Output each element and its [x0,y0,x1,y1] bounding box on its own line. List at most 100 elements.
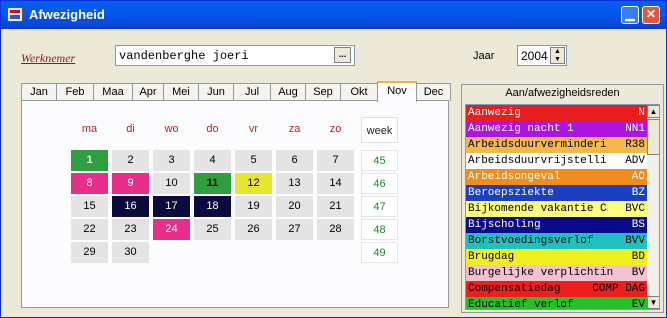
calendar-day[interactable]: 23 [112,219,149,240]
reason-panel: Aan/afwezigheidsreden ▲ ▼ Aanwezig N Aanwe… [461,84,664,313]
reason-code: ADV [623,153,645,169]
calendar-day[interactable]: 17 [153,196,190,217]
calendar-day[interactable]: 22 [71,219,108,240]
spin-up-icon[interactable]: ▲ [551,48,564,56]
calendar-day[interactable]: 7 [317,150,354,171]
close-icon: ✕ [645,7,657,21]
calendar-day[interactable]: 21 [317,196,354,217]
reason-code: BV [629,265,645,281]
reason-item[interactable]: Brugdag BD [466,249,647,265]
week-number: 48 [361,219,398,240]
title-bar[interactable]: Afwezigheid ▁ ✕ [1,1,666,29]
reason-item[interactable]: Bijscholing BS [466,217,647,233]
calendar-day[interactable]: 27 [276,219,313,240]
calendar-day[interactable]: 13 [276,173,313,194]
spin-down-icon[interactable]: ▼ [551,56,564,64]
tab-nov[interactable]: Nov [377,81,417,102]
tab-okt[interactable]: Okt [340,83,378,101]
reason-code: BVV [623,233,645,249]
calendar-day[interactable]: 11 [194,173,231,194]
absence-window: Afwezigheid ▁ ✕ Werknemer vandenberghe j… [0,0,667,318]
employee-field[interactable]: vandenberghe joeri [115,45,355,66]
calendar-day[interactable]: 16 [112,196,149,217]
reason-code: COMP DAG [590,281,645,297]
calendar-day[interactable]: 26 [235,219,272,240]
calendar-day[interactable]: 1 [71,150,108,171]
reason-item[interactable]: Bijkomende vakantie C BVC [466,201,647,217]
calendar-day[interactable]: 25 [194,219,231,240]
calendar-day[interactable]: 9 [112,173,149,194]
reason-name: Brugdag [468,251,515,263]
reason-list[interactable]: ▲ ▼ Aanwezig N Aanwezig nacht 1 NN1 Arbeidsd… [465,104,660,310]
reason-name: Arbeidsongeval [468,171,561,183]
minimize-button[interactable]: ▁ [621,6,639,24]
calendar-day[interactable]: 3 [153,150,190,171]
tab-jan[interactable]: Jan [21,83,57,101]
calendar-day[interactable]: 19 [235,196,272,217]
scroll-up-icon[interactable]: ▲ [647,105,659,118]
calendar-day[interactable]: 5 [235,150,272,171]
calendar-day[interactable]: 20 [276,196,313,217]
reason-item[interactable]: Borstvoedingsverlof BVV [466,233,647,249]
week-number: 47 [361,196,398,217]
tab-sep[interactable]: Sep [305,83,341,101]
weekday-header-za: za [288,123,301,135]
reason-panel-title: Aan/afwezigheidsreden [505,87,620,99]
tab-aug[interactable]: Aug [270,83,306,101]
reason-item[interactable]: Burgelijke verplichtin BV [466,265,647,281]
reason-name: Beroepsziekte [468,187,554,199]
employee-label[interactable]: Werknemer [21,51,75,66]
calendar-day[interactable]: 14 [317,173,354,194]
calendar-day[interactable]: 10 [153,173,190,194]
year-spinner[interactable]: ▲ ▼ [550,47,565,64]
scroll-down-icon[interactable]: ▼ [647,296,659,309]
reason-name: Burgelijke verplichtin [468,267,614,279]
weekday-header-ma: ma [81,123,98,135]
reason-item[interactable]: Compensatiedag COMP DAG [466,281,647,297]
reason-item[interactable]: Arbeidsduurverminderi R38 [466,137,647,153]
calendar-day[interactable]: 18 [194,196,231,217]
reason-item[interactable]: Arbeidsongeval AO [466,169,647,185]
reason-name: Educatief verlof [468,299,574,310]
calendar-day[interactable]: 2 [112,150,149,171]
reason-code: N [636,105,645,121]
calendar-day[interactable]: 12 [235,173,272,194]
reason-name: Arbeidsduurvrijstelli [468,155,607,167]
calendar-panel: ma di wo do vr za zo week 1 2 3 4 5 6 7 45 8 9 10 11 12 13 14 4… [21,100,449,308]
reason-name: Compensatiedag [468,283,561,295]
employee-browse-button[interactable]: ... [334,47,351,63]
calendar-day[interactable]: 4 [194,150,231,171]
tab-maa[interactable]: Maa [93,83,133,101]
tab-feb[interactable]: Feb [56,83,94,101]
weekday-header-wo: wo [164,123,179,135]
calendar-day[interactable]: 28 [317,219,354,240]
calendar-day[interactable]: 15 [71,196,108,217]
calendar-day[interactable]: 6 [276,150,313,171]
week-number: 46 [361,173,398,194]
reason-item[interactable]: Educatief verlof EV [466,297,647,310]
calendar-day[interactable]: 8 [71,173,108,194]
reason-scrollbar[interactable]: ▲ ▼ [647,105,659,309]
reason-name: Aanwezig [468,107,521,119]
calendar-day[interactable]: 29 [71,242,108,263]
close-button[interactable]: ✕ [642,6,660,24]
tab-mei[interactable]: Mei [163,83,199,101]
weekday-header-do: do [206,123,219,135]
tab-dec[interactable]: Dec [416,83,451,101]
reason-item[interactable]: Aanwezig N [466,105,647,121]
reason-code: EV [629,297,645,309]
weekday-header-zo: zo [329,123,342,135]
week-number: 45 [361,150,398,171]
tab-jul[interactable]: Jul [233,83,271,101]
scroll-thumb[interactable] [647,119,659,155]
calendar-day[interactable]: 30 [112,242,149,263]
month-tabs: Jan Feb Maa Apr Mei Jun Jul Aug Sep Okt Nov Dec [21,81,451,102]
reason-item[interactable]: Aanwezig nacht 1 NN1 [466,121,647,137]
reason-item[interactable]: Arbeidsduurvrijstelli ADV [466,153,647,169]
tab-apr[interactable]: Apr [132,83,164,101]
reason-item[interactable]: Beroepsziekte BZ [466,185,647,201]
reason-code: BZ [629,185,645,201]
tab-jun[interactable]: Jun [198,83,234,101]
year-label: Jaar [473,50,495,62]
calendar-day[interactable]: 24 [153,219,190,240]
